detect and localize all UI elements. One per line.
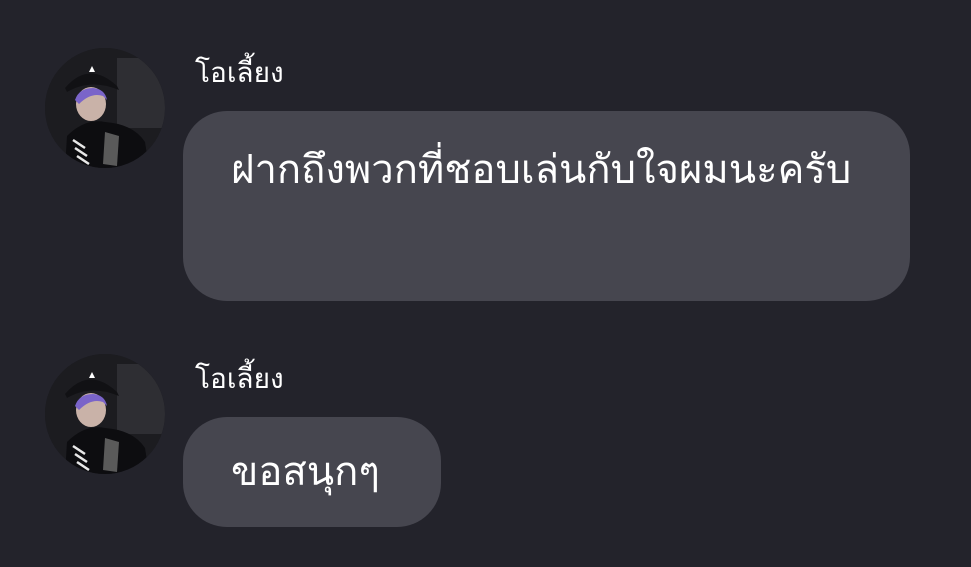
profile-photo-icon xyxy=(45,354,165,474)
message-bubble[interactable]: ขอสนุกๆ xyxy=(183,417,441,527)
sender-name: โอเลี้ยง xyxy=(195,56,284,89)
message-group: โอเลี้ยง ฝากถึงพวกที่ชอบเล่นกับใจผมนะครั… xyxy=(0,0,971,320)
profile-photo-icon xyxy=(45,48,165,168)
message-bubble[interactable]: ฝากถึงพวกที่ชอบเล่นกับใจผมนะครับ xyxy=(183,111,910,301)
avatar[interactable] xyxy=(45,48,165,168)
sender-name: โอเลี้ยง xyxy=(195,362,284,395)
avatar[interactable] xyxy=(45,354,165,474)
message-group: โอเลี้ยง ขอสนุกๆ xyxy=(0,320,971,567)
